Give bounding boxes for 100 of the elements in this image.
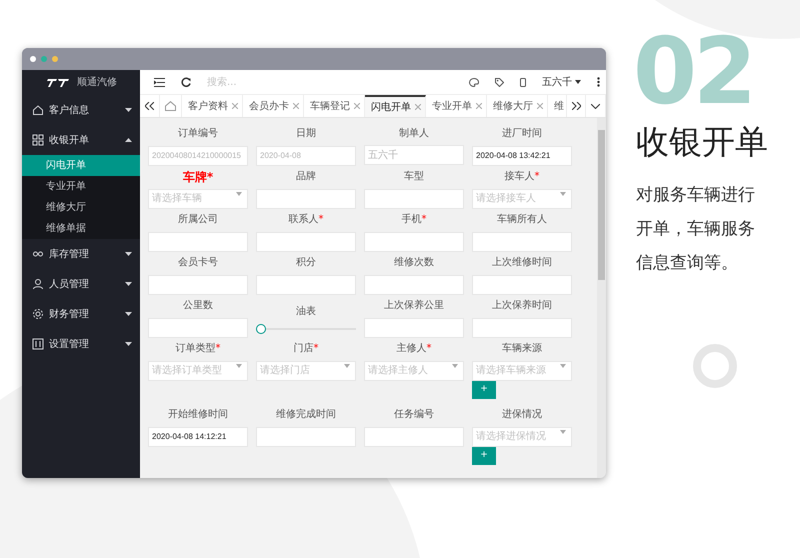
tab[interactable]: 维	[548, 95, 566, 117]
field-label: 积分	[296, 256, 316, 270]
input-field[interactable]: 2020-04-08 13:42:21	[472, 146, 572, 166]
input-field[interactable]	[364, 426, 464, 446]
sidebar-item[interactable]: 收银开单	[22, 125, 140, 155]
add-button[interactable]: +	[472, 445, 496, 465]
close-icon[interactable]	[537, 103, 543, 109]
sidebar-item[interactable]: 库存管理	[22, 239, 140, 269]
caret-icon	[560, 430, 566, 434]
field-label: 任务编号	[394, 408, 434, 422]
gear-icon	[32, 308, 44, 320]
double-chevron-left-icon[interactable]	[145, 102, 154, 110]
field-label: 所属公司	[178, 213, 218, 227]
input-field[interactable]	[364, 188, 464, 208]
menu-icon[interactable]	[154, 78, 165, 86]
settings-icon	[32, 338, 44, 350]
input-field[interactable]	[364, 318, 464, 338]
background-ring	[693, 344, 737, 388]
field-label: 制单人	[399, 127, 429, 141]
close-icon[interactable]	[293, 103, 299, 109]
field-label: 维修次数	[394, 256, 434, 270]
window-dot	[52, 56, 58, 62]
select-field[interactable]: 请选择车辆来源	[472, 360, 572, 380]
input-field[interactable]	[148, 318, 248, 338]
field-label: 上次维修时间	[492, 256, 552, 270]
tab[interactable]: 维修大厅	[487, 95, 548, 117]
input-field[interactable]	[364, 232, 464, 252]
sidebar-item[interactable]: 设置管理	[22, 329, 140, 359]
caret-icon	[560, 364, 566, 368]
select-field[interactable]: 请选择订单类型	[148, 360, 248, 380]
chevron-down-icon[interactable]	[591, 104, 600, 108]
input-field[interactable]	[256, 274, 356, 294]
input-field[interactable]	[472, 232, 572, 252]
select-field[interactable]: 请选择主修人	[364, 360, 464, 380]
logo-text: 顺通汽修	[77, 76, 117, 90]
add-button[interactable]: +	[472, 379, 496, 399]
sidebar-item[interactable]: 财务管理	[22, 299, 140, 329]
submenu-item[interactable]: 专业开单	[22, 176, 140, 197]
input-field[interactable]	[364, 274, 464, 294]
select-field[interactable]: 请选择车辆	[148, 188, 248, 208]
caret-icon	[560, 192, 566, 196]
tab[interactable]: 闪电开单	[365, 95, 426, 117]
close-icon[interactable]	[476, 103, 482, 109]
field-label: 联系人*	[288, 213, 324, 227]
feature-title: 收银开单	[636, 122, 768, 162]
field-label: 车辆所有人	[497, 213, 547, 227]
field-label: 油表	[296, 305, 316, 319]
caret-icon	[344, 364, 350, 368]
submenu-item[interactable]: 维修单据	[22, 218, 140, 239]
sidebar-item[interactable]: 人员管理	[22, 269, 140, 299]
feature-description: 对服务车辆进行开单，车辆服务信息查询等。	[636, 184, 756, 275]
input-field[interactable]	[256, 232, 356, 252]
user-menu[interactable]: 五六千	[542, 74, 581, 90]
submenu-item[interactable]: 维修大厅	[22, 197, 140, 218]
scrollbar-thumb[interactable]	[598, 130, 605, 280]
search-field[interactable]: 搜索...	[207, 74, 367, 90]
input-field[interactable]	[472, 274, 572, 294]
step-number: 02	[633, 26, 754, 118]
tab[interactable]: 客户资料	[182, 95, 243, 117]
field-label: 车型	[404, 170, 424, 184]
caret-icon	[452, 364, 458, 368]
field-label: 公里数	[183, 299, 213, 313]
person-icon	[32, 278, 44, 290]
close-icon[interactable]	[354, 103, 360, 109]
field-label: 开始维修时间	[168, 408, 228, 422]
input-field[interactable]	[472, 318, 572, 338]
field-label: 会员卡号	[178, 256, 218, 270]
slider-thumb[interactable]	[256, 324, 266, 334]
field-label: 主修人*	[396, 342, 432, 356]
sidebar-item[interactable]: 客户信息	[22, 95, 140, 125]
select-field[interactable]: 请选择门店	[256, 360, 356, 380]
tab[interactable]: 会员办卡	[243, 95, 304, 117]
caret-icon	[575, 80, 581, 84]
select-field[interactable]: 请选择进保情况	[472, 426, 572, 446]
input-field[interactable]	[256, 426, 356, 446]
home-icon	[32, 104, 44, 116]
input-field[interactable]	[148, 232, 248, 252]
field-label: 订单类型*	[176, 342, 220, 356]
field-label: 接车人*	[504, 170, 540, 184]
field-label: 车辆来源	[502, 342, 542, 356]
home-icon[interactable]	[165, 101, 176, 111]
submenu-item[interactable]: 闪电开单	[22, 155, 140, 176]
close-icon[interactable]	[232, 103, 238, 109]
more-icon[interactable]	[597, 77, 600, 87]
select-field[interactable]: 请选择接车人	[472, 188, 572, 208]
tag-icon[interactable]	[495, 78, 504, 86]
input-field[interactable]: 2020-04-08 14:12:21	[148, 426, 248, 446]
input-field[interactable]	[148, 274, 248, 294]
caret-icon	[125, 342, 132, 346]
caret-icon	[125, 282, 132, 286]
tab[interactable]: 专业开单	[426, 95, 487, 117]
refresh-icon[interactable]	[181, 77, 191, 87]
palette-icon[interactable]	[469, 78, 479, 86]
phone-icon[interactable]	[520, 78, 526, 86]
input-field[interactable]	[256, 188, 356, 208]
close-icon[interactable]	[415, 104, 421, 110]
field-label: 车牌*	[182, 170, 214, 184]
caret-icon	[125, 312, 132, 316]
field-label: 上次保养时间	[492, 299, 552, 313]
double-chevron-right-icon[interactable]	[572, 102, 580, 110]
